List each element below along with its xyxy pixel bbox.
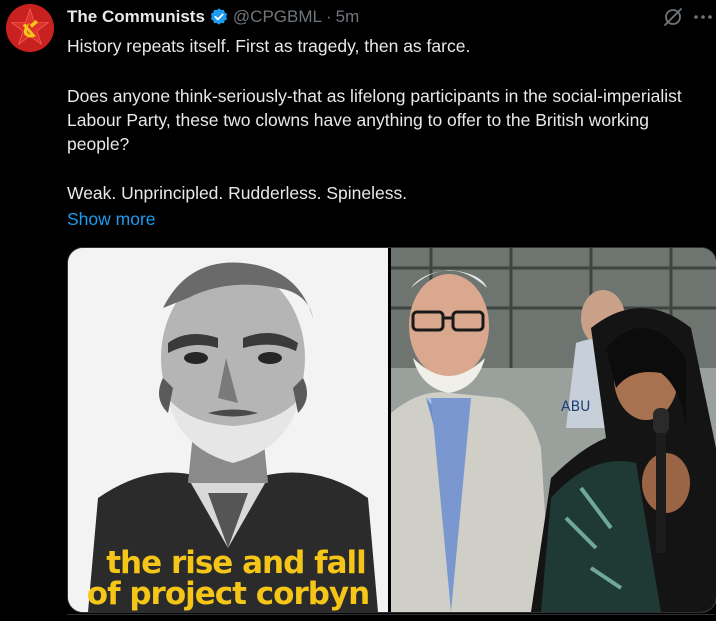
avatar[interactable] xyxy=(6,4,54,52)
sign-text: ABU xyxy=(561,399,590,415)
timestamp[interactable]: 5m xyxy=(336,7,360,27)
show-more-link[interactable]: Show more xyxy=(67,207,156,231)
separator-dot: · xyxy=(325,7,332,26)
grok-icon[interactable] xyxy=(662,6,684,28)
user-handle[interactable]: @CPGBML xyxy=(233,7,322,27)
tweet-card[interactable]: The Communists @CPGBML · 5m History repe… xyxy=(0,0,716,621)
poster-caption-line2: of project corbyn xyxy=(86,576,370,612)
two-people-at-rally-image[interactable]: ABU xyxy=(391,248,716,612)
more-options-icon[interactable] xyxy=(692,6,714,28)
tweet-text-line3: Weak. Unprincipled. Rudderless. Spineles… xyxy=(67,183,408,203)
tweet-text-paragraph: Does anyone think-seriously-that as life… xyxy=(67,86,682,154)
media-grid: the rise and fall of project corbyn ABU xyxy=(67,247,716,613)
rally-photo-illustration: ABU xyxy=(391,248,716,612)
tweet-text-line1: History repeats itself. First as tragedy… xyxy=(67,36,471,56)
corbyn-poster-image[interactable]: the rise and fall of project corbyn xyxy=(68,248,388,612)
verified-badge-icon[interactable] xyxy=(209,7,229,27)
poster-caption-line1: the rise and fall xyxy=(106,545,367,581)
tweet-header: The Communists @CPGBML · 5m xyxy=(67,5,359,29)
hammer-sickle-star-icon xyxy=(6,4,54,52)
display-name[interactable]: The Communists xyxy=(67,7,205,27)
next-media-edge xyxy=(67,614,715,621)
